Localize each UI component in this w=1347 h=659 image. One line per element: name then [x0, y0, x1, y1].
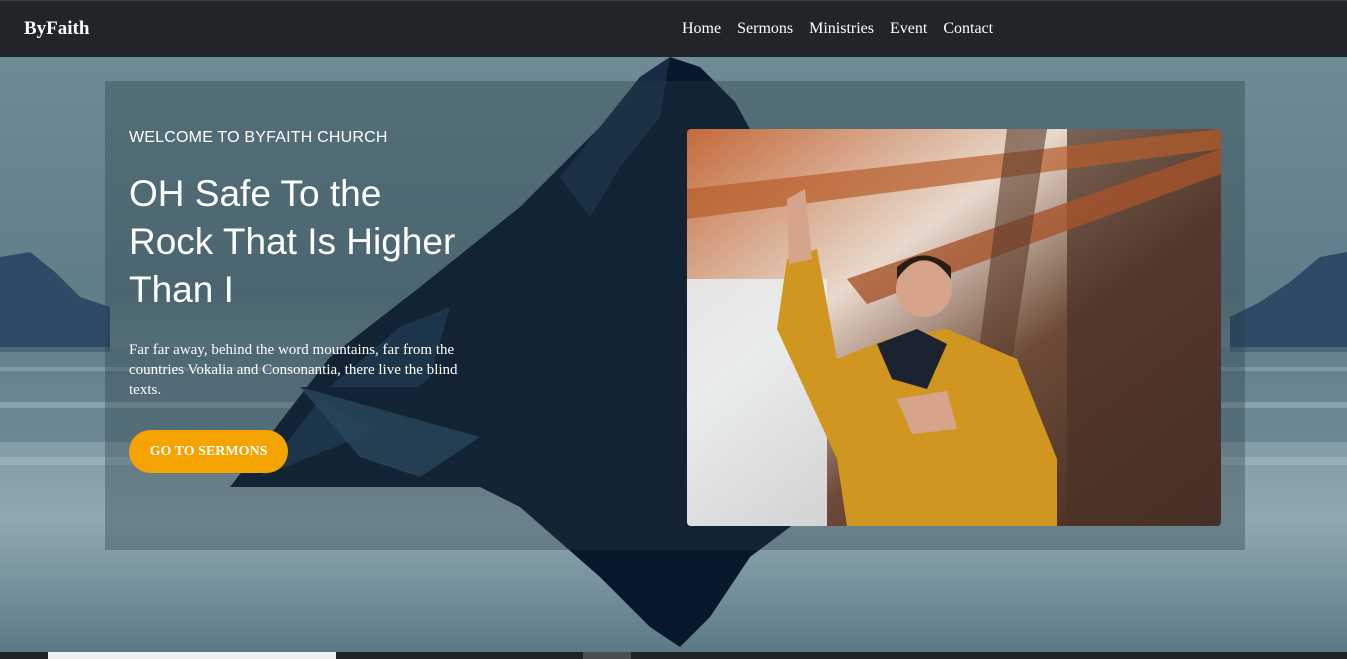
- hero-headline: OH Safe To the Rock That Is Higher Than …: [129, 173, 456, 310]
- nav-link-ministries[interactable]: Ministries: [809, 20, 874, 38]
- main-nav: Home Sermons Ministries Event Contact: [682, 20, 1009, 38]
- taskbar: [0, 652, 1347, 659]
- navbar: ByFaith Home Sermons Ministries Event Co…: [0, 0, 1347, 57]
- nav-link-sermons[interactable]: Sermons: [737, 20, 793, 38]
- go-to-sermons-button[interactable]: GO TO SERMONS: [129, 430, 288, 473]
- taskbar-app[interactable]: [583, 652, 631, 659]
- hero-photo: [687, 129, 1221, 526]
- nav-link-event[interactable]: Event: [890, 20, 927, 38]
- taskbar-search[interactable]: [48, 652, 336, 659]
- nav-link-contact[interactable]: Contact: [943, 20, 993, 38]
- hero-description: Far far away, behind the word mountains,…: [129, 342, 458, 398]
- hero-eyebrow: WELCOME TO BYFAITH CHURCH: [129, 129, 388, 146]
- brand-logo[interactable]: ByFaith: [24, 18, 89, 40]
- hero-section: WELCOME TO BYFAITH CHURCH OH Safe To the…: [0, 57, 1347, 652]
- nav-link-home[interactable]: Home: [682, 20, 721, 38]
